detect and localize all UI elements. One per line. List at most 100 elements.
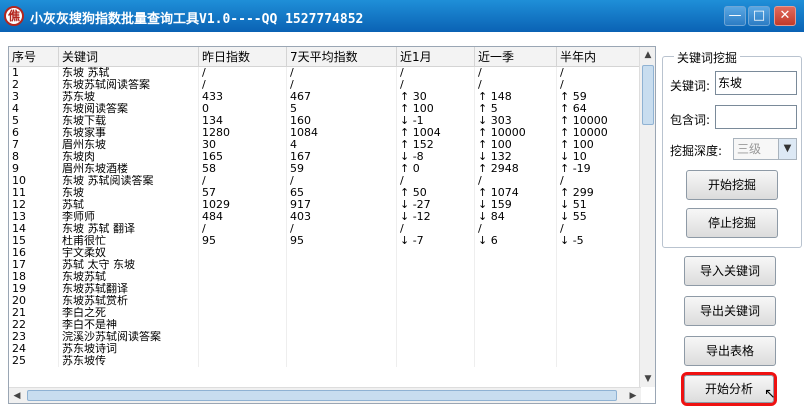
cell-month: ↓ -8 <box>397 151 475 163</box>
table-row[interactable]: 3 苏东坡 433 467 ↑ 30 ↑ 148 ↑ 59 <box>9 91 641 103</box>
header-last-month[interactable]: 近1月 <box>397 47 475 67</box>
stop-mining-button[interactable]: 停止挖掘 <box>686 208 778 238</box>
table-row[interactable]: 23 浣溪沙苏轼阅读答案 <box>9 331 641 343</box>
table-row[interactable]: 19 东坡苏轼翻译 <box>9 283 641 295</box>
cell-month <box>397 343 475 355</box>
cell-keyword: 东坡 苏轼 翻译 <box>59 223 199 235</box>
header-yesterday-index[interactable]: 昨日指数 <box>199 47 287 67</box>
cell-index: 16 <box>9 247 59 259</box>
cell-halfyear: / <box>557 223 641 235</box>
cell-index: 19 <box>9 283 59 295</box>
table-row[interactable]: 25 苏东坡传 <box>9 355 641 367</box>
header-half-year[interactable]: 半年内 <box>557 47 641 67</box>
table-row[interactable]: 11 东坡 57 65 ↑ 50 ↑ 1074 ↑ 299 <box>9 187 641 199</box>
horizontal-scrollbar[interactable]: ◀ ▶ <box>9 387 641 403</box>
vertical-scroll-thumb[interactable] <box>642 65 654 125</box>
header-last-quarter[interactable]: 近一季 <box>475 47 557 67</box>
cell-month: ↑ 152 <box>397 139 475 151</box>
header-index[interactable]: 序号 <box>9 47 59 67</box>
cell-halfyear: ↓ 51 <box>557 199 641 211</box>
cell-month <box>397 319 475 331</box>
export-table-button[interactable]: 导出表格 <box>684 336 776 366</box>
table-row[interactable]: 16 宇文柔奴 <box>9 247 641 259</box>
cell-avg7: 403 <box>287 211 397 223</box>
table-row[interactable]: 4 东坡阅读答案 0 5 ↑ 100 ↑ 5 ↑ 64 <box>9 103 641 115</box>
cell-halfyear: ↓ -5 <box>557 235 641 247</box>
cell-halfyear: / <box>557 67 641 79</box>
cell-index: 17 <box>9 259 59 271</box>
close-button[interactable]: ✕ <box>774 6 796 26</box>
table-row[interactable]: 2 东坡苏轼阅读答案 / / / / / <box>9 79 641 91</box>
depth-select[interactable]: 三级 ▼ <box>733 138 797 160</box>
cell-index: 15 <box>9 235 59 247</box>
cell-quarter: ↑ 100 <box>475 139 557 151</box>
header-7day-average[interactable]: 7天平均指数 <box>287 47 397 67</box>
cell-halfyear: ↑ 299 <box>557 187 641 199</box>
horizontal-scroll-thumb[interactable] <box>27 390 617 401</box>
table-row[interactable]: 12 苏轼 1029 917 ↓ -27 ↓ 159 ↓ 51 <box>9 199 641 211</box>
cell-quarter: / <box>475 67 557 79</box>
minimize-button[interactable]: — <box>724 6 746 26</box>
cell-yesterday <box>199 355 287 367</box>
results-table[interactable]: 序号 关键词 昨日指数 7天平均指数 近1月 近一季 半年内 1 东坡 苏轼 / / /… <box>8 46 656 404</box>
start-mining-button[interactable]: 开始挖掘 <box>686 170 778 200</box>
header-keyword[interactable]: 关键词 <box>59 47 199 67</box>
maximize-button[interactable]: □ <box>748 6 770 26</box>
scroll-up-icon[interactable]: ▲ <box>640 47 655 63</box>
table-row[interactable]: 24 苏东坡诗词 <box>9 343 641 355</box>
cell-avg7: 5 <box>287 103 397 115</box>
app-icon: 僬 <box>4 6 24 26</box>
table-row[interactable]: 10 东坡 苏轼阅读答案 / / / / / <box>9 175 641 187</box>
cell-halfyear <box>557 319 641 331</box>
cell-yesterday: 95 <box>199 235 287 247</box>
cell-index: 6 <box>9 127 59 139</box>
cell-index: 22 <box>9 319 59 331</box>
keyword-label: 关键词: <box>670 79 711 93</box>
table-row[interactable]: 21 李白之死 <box>9 307 641 319</box>
scroll-down-icon[interactable]: ▼ <box>640 371 655 387</box>
export-keywords-button[interactable]: 导出关键词 <box>684 296 776 326</box>
cell-halfyear: ↑ 64 <box>557 103 641 115</box>
cell-quarter <box>475 259 557 271</box>
scroll-left-icon[interactable]: ◀ <box>9 388 25 403</box>
contains-input[interactable] <box>715 105 797 129</box>
table-row[interactable]: 8 东坡肉 165 167 ↓ -8 ↓ 132 ↓ 10 <box>9 151 641 163</box>
cell-index: 9 <box>9 163 59 175</box>
table-row[interactable]: 14 东坡 苏轼 翻译 / / / / / <box>9 223 641 235</box>
cell-month <box>397 271 475 283</box>
table-row[interactable]: 9 眉州东坡酒楼 58 59 ↑ 0 ↑ 2948 ↑ -19 <box>9 163 641 175</box>
depth-label: 挖掘深度: <box>670 144 723 158</box>
vertical-scrollbar[interactable]: ▲ ▼ <box>639 47 655 387</box>
cell-month: ↑ 50 <box>397 187 475 199</box>
cell-yesterday: 58 <box>199 163 287 175</box>
table-row[interactable]: 13 李师师 484 403 ↓ -12 ↓ 84 ↓ 55 <box>9 211 641 223</box>
table-row[interactable]: 20 东坡苏轼赏析 <box>9 295 641 307</box>
table-row[interactable]: 5 东坡下载 134 160 ↓ -1 ↓ 303 ↑ 10000 <box>9 115 641 127</box>
cell-index: 10 <box>9 175 59 187</box>
cell-yesterday: 0 <box>199 103 287 115</box>
table-row[interactable]: 1 东坡 苏轼 / / / / / <box>9 67 641 79</box>
chevron-down-icon[interactable]: ▼ <box>778 139 796 159</box>
import-keywords-button[interactable]: 导入关键词 <box>684 256 776 286</box>
cell-avg7 <box>287 355 397 367</box>
table-body: 1 东坡 苏轼 / / / //2 东坡苏轼阅读答案 / / / //3 苏东坡 433 467 ↑ 30 ↑… <box>9 67 641 367</box>
cell-yesterday: / <box>199 175 287 187</box>
cell-halfyear: / <box>557 175 641 187</box>
table-row[interactable]: 18 东坡苏轼 <box>9 271 641 283</box>
table-row[interactable]: 15 杜甫很忙 95 95 ↓ -7 ↓ 6 ↓ -5 <box>9 235 641 247</box>
table-row[interactable]: 17 苏轼 太守 东坡 <box>9 259 641 271</box>
table-row[interactable]: 6 东坡家事 1280 1084 ↑ 1004 ↑ 10000 ↑ 10000 <box>9 127 641 139</box>
cell-halfyear: ↑ 10000 <box>557 115 641 127</box>
table-row[interactable]: 22 李白不是神 <box>9 319 641 331</box>
scroll-right-icon[interactable]: ▶ <box>625 388 641 403</box>
cell-yesterday <box>199 247 287 259</box>
cell-yesterday <box>199 319 287 331</box>
cell-quarter <box>475 271 557 283</box>
cell-month <box>397 355 475 367</box>
keyword-input[interactable]: 东坡 <box>715 71 797 95</box>
table-row[interactable]: 7 眉州东坡 30 4 ↑ 152 ↑ 100 ↑ 100 <box>9 139 641 151</box>
start-analysis-button[interactable]: 开始分析 <box>681 372 777 406</box>
cell-keyword: 苏东坡 <box>59 91 199 103</box>
cell-month <box>397 259 475 271</box>
cell-keyword: 眉州东坡 <box>59 139 199 151</box>
